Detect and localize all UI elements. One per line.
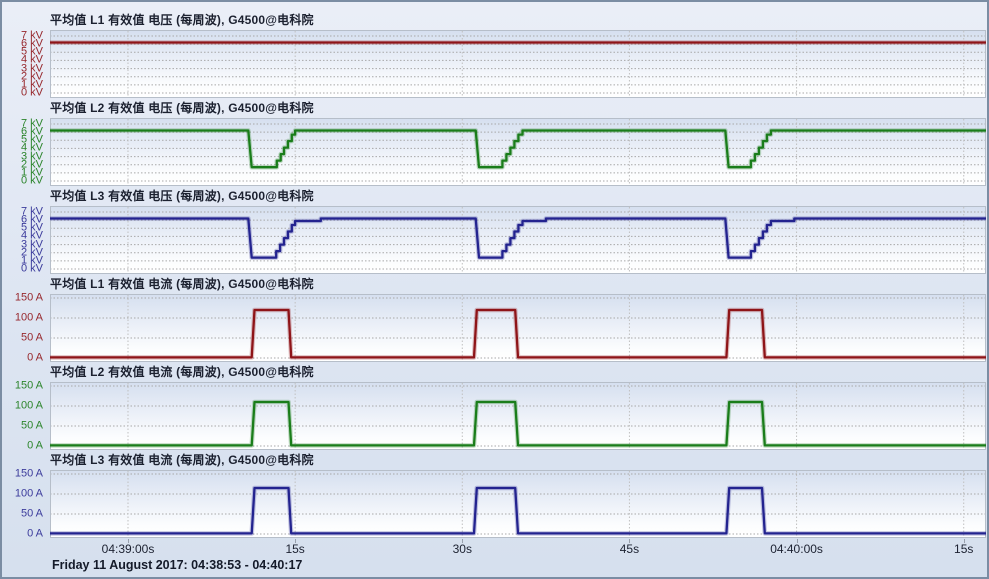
x-tick-label: 45s (620, 542, 639, 556)
y-tick-label: 100 A (15, 401, 43, 412)
panel-body: 7 kV6 kV5 kV4 kV3 kV2 kV1 kV0 kV (2, 118, 987, 186)
panel-body: 150 A 100 A 50 A 0 A (2, 382, 987, 450)
panel-title-l3-current: 平均值 L3 有效值 电流 (每周波), G4500@电科院 (50, 451, 987, 470)
y-tick-label: 0 kV (21, 88, 43, 99)
y-axis-l3-voltage: 7 kV6 kV5 kV4 kV3 kV2 kV1 kV0 kV (2, 206, 46, 274)
panel-l2-current: 平均值 L2 有效值 电流 (每周波), G4500@电科院 150 A 100 … (2, 363, 987, 450)
time-range-label: Friday 11 August 2017: 04:38:53 - 04:40:… (52, 558, 987, 572)
x-tick-label: 04:39:00s (102, 542, 155, 556)
plot-l3-voltage (50, 206, 986, 274)
panel-body: 150 A 100 A 50 A 0 A (2, 294, 987, 362)
x-tick-label: 04:40:00s (770, 542, 823, 556)
y-axis-l3-current: 150 A 100 A 50 A 0 A (2, 470, 46, 538)
panel-body: 150 A 100 A 50 A 0 A (2, 470, 987, 538)
panel-title-l3-voltage: 平均值 L3 有效值 电压 (每周波), G4500@电科院 (50, 187, 987, 206)
trace-2 (50, 219, 986, 258)
plot-l3-current (50, 470, 986, 538)
y-axis-l1-current: 150 A 100 A 50 A 0 A (2, 294, 46, 362)
y-tick-label: 0 A (27, 353, 43, 364)
x-tick-label: 15s (954, 542, 973, 556)
y-tick-label: 150 A (15, 381, 43, 392)
plot-l1-voltage (50, 30, 986, 98)
panel-l3-current: 平均值 L3 有效值 电流 (每周波), G4500@电科院 150 A 100 … (2, 451, 987, 538)
plot-l2-current (50, 382, 986, 450)
panel-l1-current: 平均值 L1 有效值 电流 (每周波), G4500@电科院 150 A 100 … (2, 275, 987, 362)
panel-title-l1-current: 平均值 L1 有效值 电流 (每周波), G4500@电科院 (50, 275, 987, 294)
y-tick-label: 0 kV (21, 264, 43, 275)
y-tick-label: 0 kV (21, 176, 43, 187)
plot-l2-voltage (50, 118, 986, 186)
panel-body: 7 kV6 kV5 kV4 kV3 kV2 kV1 kV0 kV (2, 206, 987, 274)
y-tick-label: 50 A (21, 509, 43, 520)
y-tick-label: 50 A (21, 333, 43, 344)
y-tick-label: 50 A (21, 421, 43, 432)
trend-panels: 平均值 L1 有效值 电压 (每周波), G4500@电科院 7 kV6 kV5… (2, 11, 987, 538)
x-axis: 04:39:00s 15s 30s 45s 04:40:00s 15s (50, 539, 986, 556)
x-tick-label: 15s (285, 542, 304, 556)
y-axis-l1-voltage: 7 kV6 kV5 kV4 kV3 kV2 kV1 kV0 kV (2, 30, 46, 98)
x-tick-label: 30s (453, 542, 472, 556)
panel-l2-voltage: 平均值 L2 有效值 电压 (每周波), G4500@电科院 7 kV6 kV5… (2, 99, 987, 186)
y-tick-label: 100 A (15, 313, 43, 324)
panel-l3-voltage: 平均值 L3 有效值 电压 (每周波), G4500@电科院 7 kV6 kV5… (2, 187, 987, 274)
y-tick-label: 150 A (15, 293, 43, 304)
panel-title-l2-current: 平均值 L2 有效值 电流 (每周波), G4500@电科院 (50, 363, 987, 382)
y-axis-l2-voltage: 7 kV6 kV5 kV4 kV3 kV2 kV1 kV0 kV (2, 118, 46, 186)
panel-title-l2-voltage: 平均值 L2 有效值 电压 (每周波), G4500@电科院 (50, 99, 987, 118)
trend-viewer-window: 平均值 L1 有效值 电压 (每周波), G4500@电科院 7 kV6 kV5… (0, 0, 989, 579)
y-tick-label: 0 A (27, 529, 43, 540)
y-tick-label: 0 A (27, 441, 43, 452)
panel-l1-voltage: 平均值 L1 有效值 电压 (每周波), G4500@电科院 7 kV6 kV5… (2, 11, 987, 98)
panel-body: 7 kV6 kV5 kV4 kV3 kV2 kV1 kV0 kV (2, 30, 987, 98)
panel-title-l1-voltage: 平均值 L1 有效值 电压 (每周波), G4500@电科院 (50, 11, 987, 30)
y-axis-l2-current: 150 A 100 A 50 A 0 A (2, 382, 46, 450)
plot-l1-current (50, 294, 986, 362)
y-tick-label: 100 A (15, 489, 43, 500)
y-tick-label: 150 A (15, 469, 43, 480)
